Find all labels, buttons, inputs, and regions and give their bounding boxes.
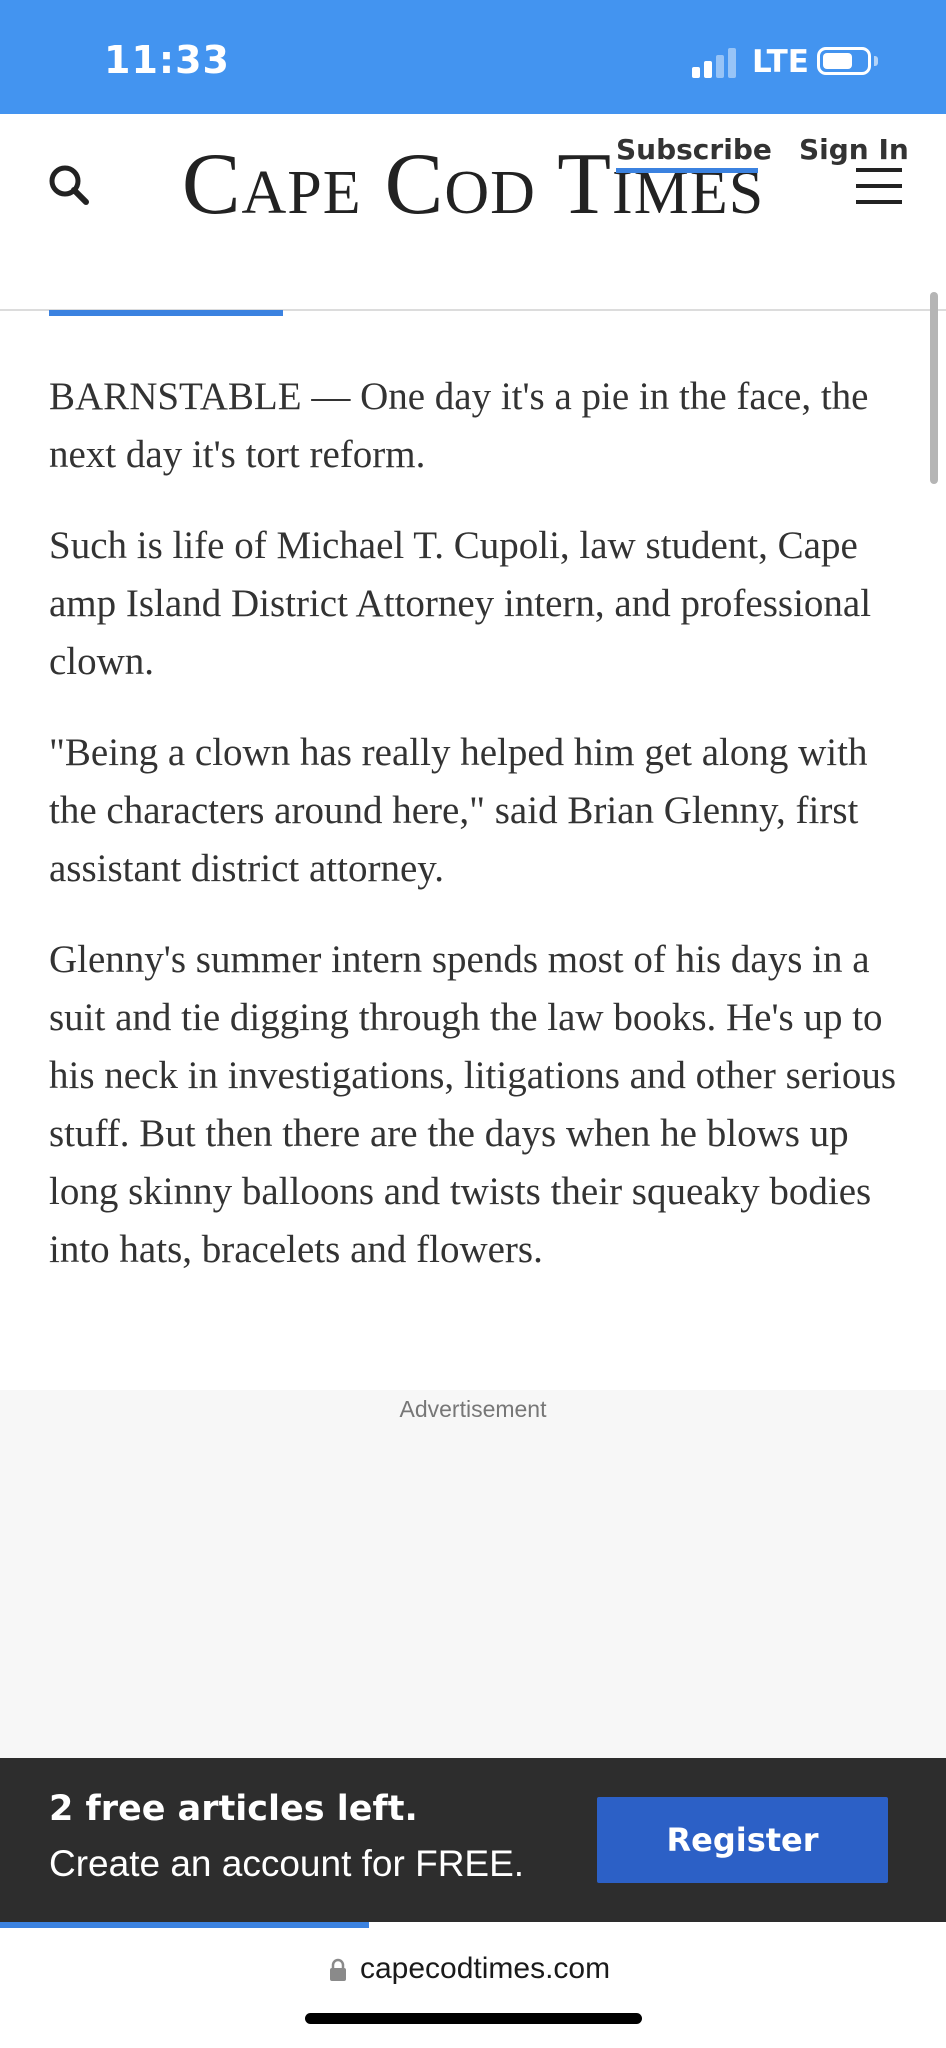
article-body: BARNSTABLE — One day it's a pie in the f…: [49, 368, 899, 1312]
advertisement-label: Advertisement: [399, 1396, 547, 1422]
subscribe-link[interactable]: Subscribe: [616, 133, 772, 166]
scrollbar[interactable]: [930, 292, 938, 484]
signal-strength-icon: [692, 48, 738, 78]
article-paragraph: Glenny's summer intern spends most of hi…: [49, 938, 897, 1271]
url-text[interactable]: capecodtimes.com: [360, 1952, 610, 1986]
subscribe-underline: [616, 168, 758, 173]
browser-url-bar[interactable]: [0, 1928, 946, 2048]
lock-icon: [330, 1958, 346, 1981]
battery-icon: [817, 47, 878, 77]
article-paragraph: Such is life of Michael T. Cupoli, law s…: [49, 524, 872, 683]
network-label: LTE: [752, 44, 809, 80]
article-paragraph: BARNSTABLE — One day it's a pie in the f…: [49, 375, 869, 476]
article-paragraph: "Being a clown has really helped him get…: [49, 731, 868, 890]
partially-scrolled-link-underline[interactable]: [49, 310, 283, 316]
status-bar: 11:33 LTE: [0, 0, 946, 114]
advertisement-slot[interactable]: [0, 1390, 946, 1758]
paywall-title: 2 free articles left.: [49, 1789, 418, 1829]
register-button[interactable]: Register: [597, 1797, 888, 1883]
sign-in-link[interactable]: Sign In: [799, 133, 909, 166]
home-indicator[interactable]: [305, 2013, 642, 2024]
paywall-subtitle: Create an account for FREE.: [49, 1843, 525, 1884]
status-time: 11:33: [104, 38, 230, 82]
